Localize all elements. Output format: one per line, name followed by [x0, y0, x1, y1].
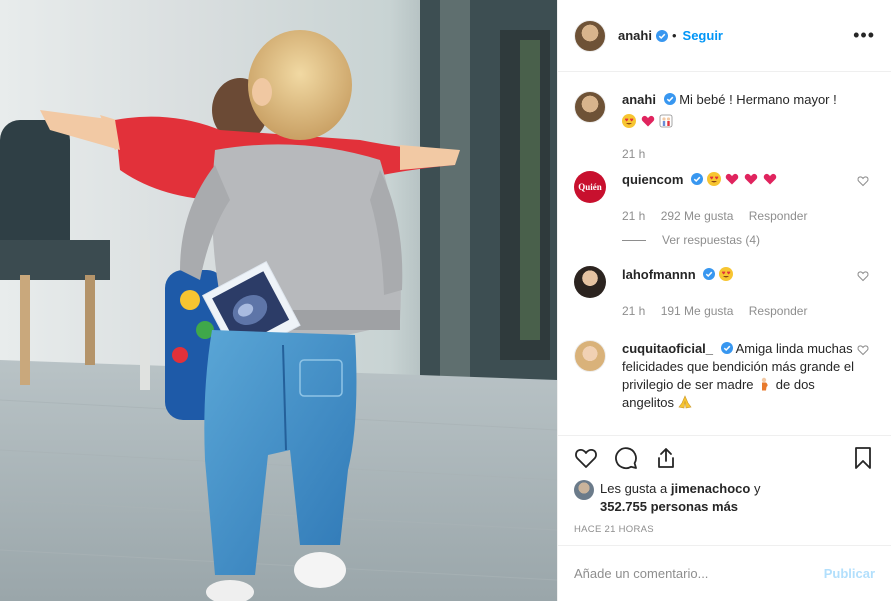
red-heart-emoji-icon — [744, 173, 758, 185]
likes-conjunction: y — [753, 481, 761, 496]
caption-username[interactable]: anahi — [622, 92, 656, 107]
caption-avatar[interactable] — [574, 91, 606, 123]
comment-likes[interactable]: 191 Me gusta — [661, 304, 734, 318]
share-icon[interactable] — [654, 446, 678, 470]
comments-list[interactable]: anahi Mi bebé ! Hermano mayor ! 21 h Qui… — [558, 73, 891, 435]
comment-username[interactable]: cuquitaoficial_ — [622, 341, 713, 356]
post-timestamp[interactable]: HACE 21 HORAS — [558, 524, 891, 535]
caption-emojis — [622, 113, 674, 131]
post-sidebar: anahi • Seguir ••• anahi Mi bebé ! Herma… — [557, 0, 891, 601]
like-comment-heart-icon[interactable] — [857, 175, 869, 187]
like-comment-heart-icon[interactable] — [857, 344, 869, 356]
author-avatar[interactable] — [574, 19, 606, 52]
verified-badge-icon — [691, 173, 704, 185]
author-username[interactable]: anahi — [618, 28, 652, 43]
reply-button[interactable]: Responder — [749, 304, 808, 318]
comment-quiencom: Quién quiencom 21 h 292 Me gusta Respond… — [574, 171, 875, 247]
comment-time[interactable]: 21 h — [622, 209, 645, 223]
comment-lahofmannn: lahofmannn 21 h 191 Me gusta Responder — [574, 266, 875, 318]
verified-badge-icon — [655, 29, 668, 42]
comment-icon[interactable] — [614, 446, 638, 470]
comment-username[interactable]: quiencom — [622, 172, 683, 187]
heart-eyes-emoji-icon — [622, 114, 636, 128]
view-replies-button[interactable]: Ver respuestas (4) — [622, 233, 875, 247]
heart-eyes-emoji-icon — [718, 267, 733, 281]
red-heart-emoji-icon — [763, 173, 776, 185]
photo-illustration — [0, 0, 557, 601]
comment-avatar[interactable] — [574, 340, 606, 372]
caption: anahi Mi bebé ! Hermano mayor ! 21 h — [574, 91, 875, 161]
comment-avatar[interactable]: Quién — [574, 171, 606, 203]
comment-username[interactable]: lahofmannn — [622, 267, 696, 282]
bookmark-icon[interactable] — [851, 446, 875, 470]
publish-button[interactable]: Publicar — [824, 566, 875, 581]
like-comment-heart-icon[interactable] — [857, 270, 869, 282]
likes-prefix: Les gusta a — [600, 481, 668, 496]
comment-time[interactable]: 21 h — [622, 304, 645, 318]
reply-button[interactable]: Responder — [749, 209, 808, 223]
replies-divider-line — [622, 239, 646, 241]
comment-avatar[interactable] — [574, 266, 606, 298]
separator-dot: • — [671, 28, 677, 43]
avatar-logo-text: Quién — [578, 182, 602, 192]
view-replies-label: Ver respuestas (4) — [662, 233, 761, 247]
caption-time[interactable]: 21 h — [622, 147, 645, 161]
likes-summary[interactable]: Les gusta a jimenachoco y 352.755 person… — [558, 480, 891, 516]
caption-text: Mi bebé ! Hermano mayor ! — [679, 92, 837, 107]
follow-button[interactable]: Seguir — [683, 28, 723, 43]
praying-hands-emoji-icon — [678, 395, 692, 409]
likes-count[interactable]: 352.755 personas más — [600, 499, 738, 514]
comment-emojis — [706, 172, 778, 187]
comment-likes[interactable]: 292 Me gusta — [661, 209, 734, 223]
red-heart-emoji-icon — [641, 115, 654, 127]
action-icons-row — [558, 436, 891, 480]
comment-cuquitaoficial: cuquitaoficial_ Amiga linda muchas felic… — [574, 340, 875, 412]
add-comment-bar: Publicar — [558, 545, 891, 601]
post-photo[interactable] — [0, 0, 557, 601]
more-options-icon[interactable]: ••• — [853, 26, 875, 44]
comment-input[interactable] — [574, 566, 824, 581]
instagram-post: anahi • Seguir ••• anahi Mi bebé ! Herma… — [0, 0, 891, 601]
family-emoji-icon — [659, 114, 673, 128]
post-actions: Les gusta a jimenachoco y 352.755 person… — [558, 435, 891, 545]
verified-badge-icon — [720, 342, 733, 354]
heart-eyes-emoji-icon — [706, 172, 721, 186]
heart-icon[interactable] — [574, 446, 598, 470]
red-heart-emoji-icon — [726, 173, 739, 185]
verified-badge-icon — [703, 268, 716, 280]
likes-user[interactable]: jimenachoco — [671, 481, 750, 496]
verified-badge-icon — [663, 93, 676, 105]
liker-avatar — [574, 480, 594, 500]
pregnant-woman-emoji-icon — [761, 377, 768, 391]
post-header: anahi • Seguir ••• — [558, 0, 891, 72]
